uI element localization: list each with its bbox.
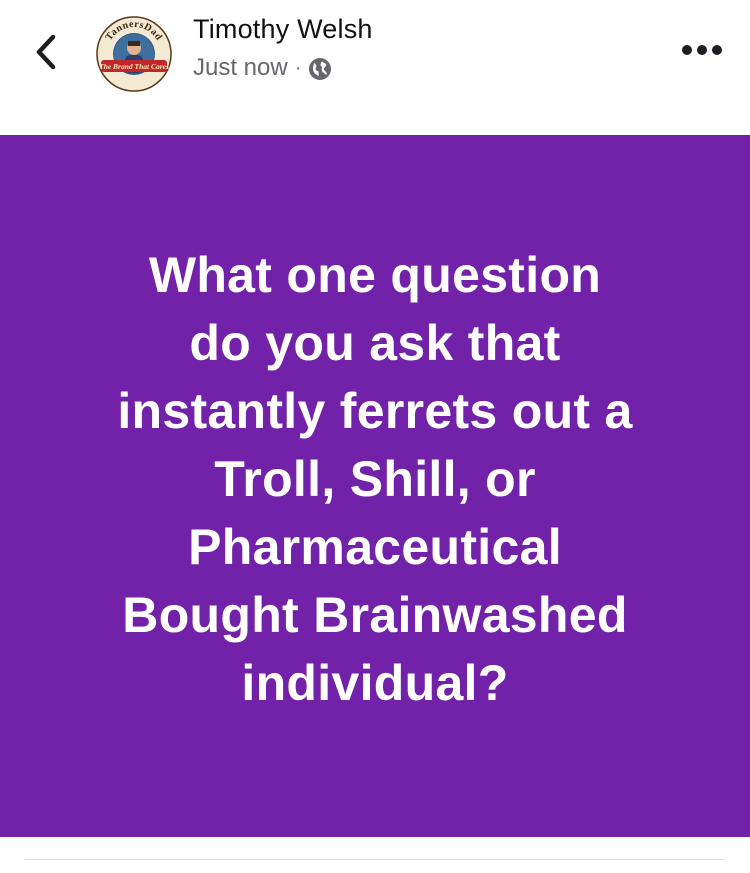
avatar[interactable]: TannersDad The Brand That Cares (95, 15, 173, 93)
post-text-line: Bought Brainwashed (122, 587, 628, 643)
more-horizontal-icon (682, 45, 722, 55)
timestamp[interactable]: Just now (193, 54, 288, 82)
globe-icon[interactable] (308, 57, 332, 81)
post-text-line: What one question (148, 247, 602, 303)
post-meta: Just now · (193, 54, 332, 82)
author-name[interactable]: Timothy Welsh (193, 14, 373, 45)
post-header: TannersDad The Brand That Cares Timothy … (0, 0, 750, 135)
divider (25, 859, 725, 860)
chevron-left-icon (36, 34, 56, 70)
post-text-line: instantly ferrets out a (117, 383, 633, 439)
post-text: What one question do you ask that instan… (35, 241, 715, 717)
back-button[interactable] (24, 26, 68, 78)
post-text-line: do you ask that (189, 315, 561, 371)
svg-text:The Brand That Cares: The Brand That Cares (99, 62, 169, 71)
avatar-logo: TannersDad The Brand That Cares (96, 16, 172, 92)
post-text-line: Troll, Shill, or (214, 451, 536, 507)
post-content-card[interactable]: What one question do you ask that instan… (0, 135, 750, 837)
meta-separator: · (294, 56, 302, 79)
post-text-line: Pharmaceutical (188, 519, 562, 575)
more-options-button[interactable] (678, 30, 726, 70)
post-text-line: individual? (241, 655, 509, 711)
